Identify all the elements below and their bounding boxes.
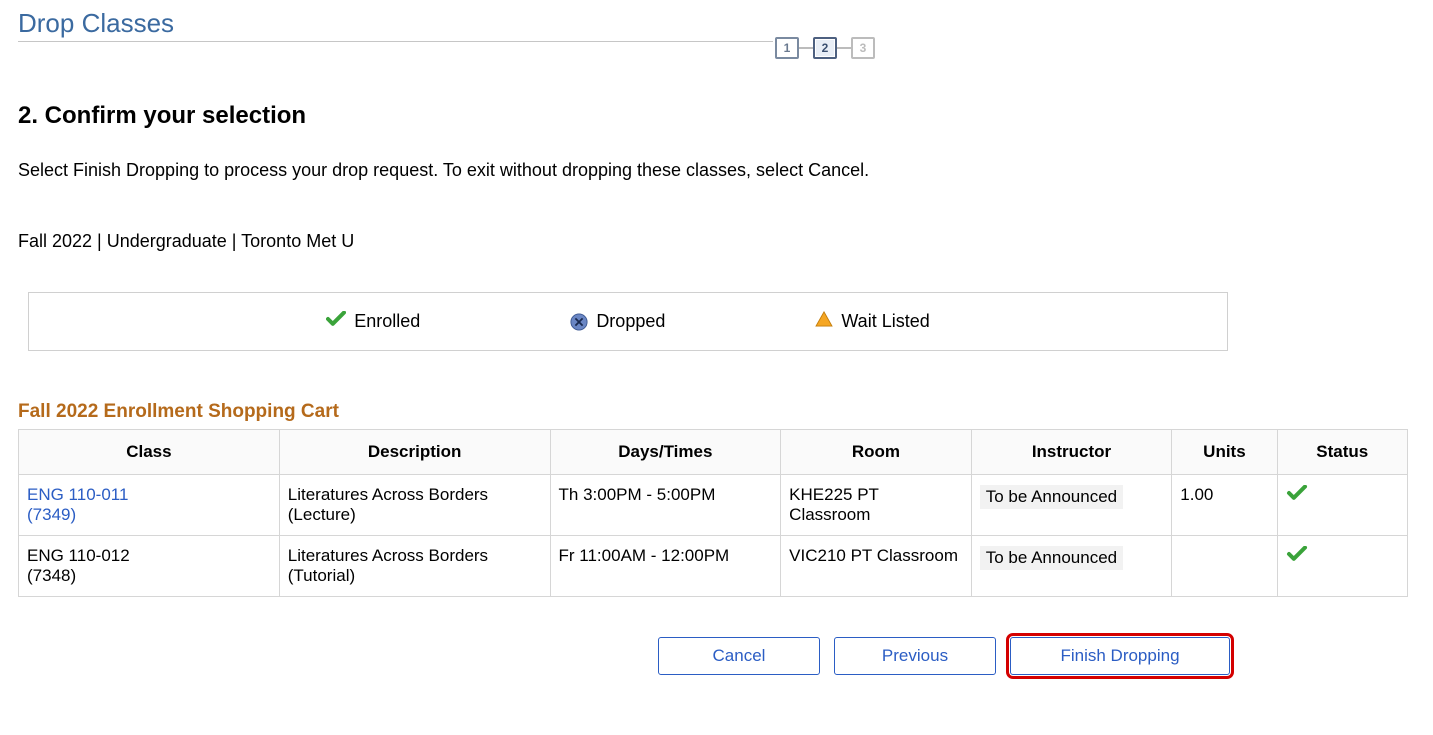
dropped-icon	[570, 313, 588, 331]
col-status: Status	[1277, 430, 1407, 475]
legend-enrolled-label: Enrolled	[354, 311, 420, 332]
progress-stepper: 1 2 3	[775, 37, 875, 59]
step-2-active: 2	[813, 37, 837, 59]
legend-waitlisted-label: Wait Listed	[841, 311, 929, 332]
instructor-cell: To be Announced	[971, 536, 1172, 597]
step-3: 3	[851, 37, 875, 59]
units-cell: 1.00	[1172, 475, 1277, 536]
room-cell: KHE225 PT Classroom	[781, 475, 972, 536]
class-link[interactable]: ENG 110-011(7349)	[27, 485, 128, 524]
step-connector	[837, 47, 851, 49]
table-row: ENG 110-011(7349) Literatures Across Bord…	[19, 475, 1408, 536]
col-days: Days/Times	[550, 430, 781, 475]
legend-dropped-label: Dropped	[596, 311, 665, 332]
table-row: ENG 110-012(7348)Literatures Across Bord…	[19, 536, 1408, 597]
status-legend: Enrolled Dropped Wait Listed	[28, 292, 1228, 351]
col-description: Description	[279, 430, 550, 475]
check-icon	[1286, 547, 1308, 566]
previous-button[interactable]: Previous	[834, 637, 996, 675]
description-cell: Literatures Across Borders (Tutorial)	[279, 536, 550, 597]
check-icon	[326, 311, 346, 332]
col-instructor: Instructor	[971, 430, 1172, 475]
check-icon	[1286, 486, 1308, 505]
finish-dropping-button[interactable]: Finish Dropping	[1010, 637, 1230, 675]
units-cell	[1172, 536, 1277, 597]
enrollment-cart-table: Class Description Days/Times Room Instru…	[18, 429, 1408, 597]
cancel-button[interactable]: Cancel	[658, 637, 820, 675]
step-1: 1	[775, 37, 799, 59]
status-cell	[1277, 536, 1407, 597]
class-cell: ENG 110-012(7348)	[19, 536, 280, 597]
instructor-cell: To be Announced	[971, 475, 1172, 536]
step-connector	[799, 47, 813, 49]
cart-title: Fall 2022 Enrollment Shopping Cart	[18, 401, 1415, 423]
col-room: Room	[781, 430, 972, 475]
legend-waitlisted: Wait Listed	[815, 311, 929, 332]
legend-enrolled: Enrolled	[326, 311, 420, 332]
instructions-text: Select Finish Dropping to process your d…	[18, 160, 1415, 181]
term-info: Fall 2022 | Undergraduate | Toronto Met …	[18, 231, 1415, 252]
action-button-row: Cancel Previous Finish Dropping	[658, 637, 1415, 675]
page-title: Drop Classes	[18, 8, 174, 39]
warning-icon	[815, 311, 833, 332]
col-class: Class	[19, 430, 280, 475]
days-cell: Fr 11:00AM - 12:00PM	[550, 536, 781, 597]
title-divider	[18, 41, 773, 42]
description-cell: Literatures Across Borders (Lecture)	[279, 475, 550, 536]
days-cell: Th 3:00PM - 5:00PM	[550, 475, 781, 536]
legend-dropped: Dropped	[570, 311, 665, 332]
status-cell	[1277, 475, 1407, 536]
col-units: Units	[1172, 430, 1277, 475]
section-heading: 2. Confirm your selection	[18, 102, 1415, 130]
room-cell: VIC210 PT Classroom	[781, 536, 972, 597]
